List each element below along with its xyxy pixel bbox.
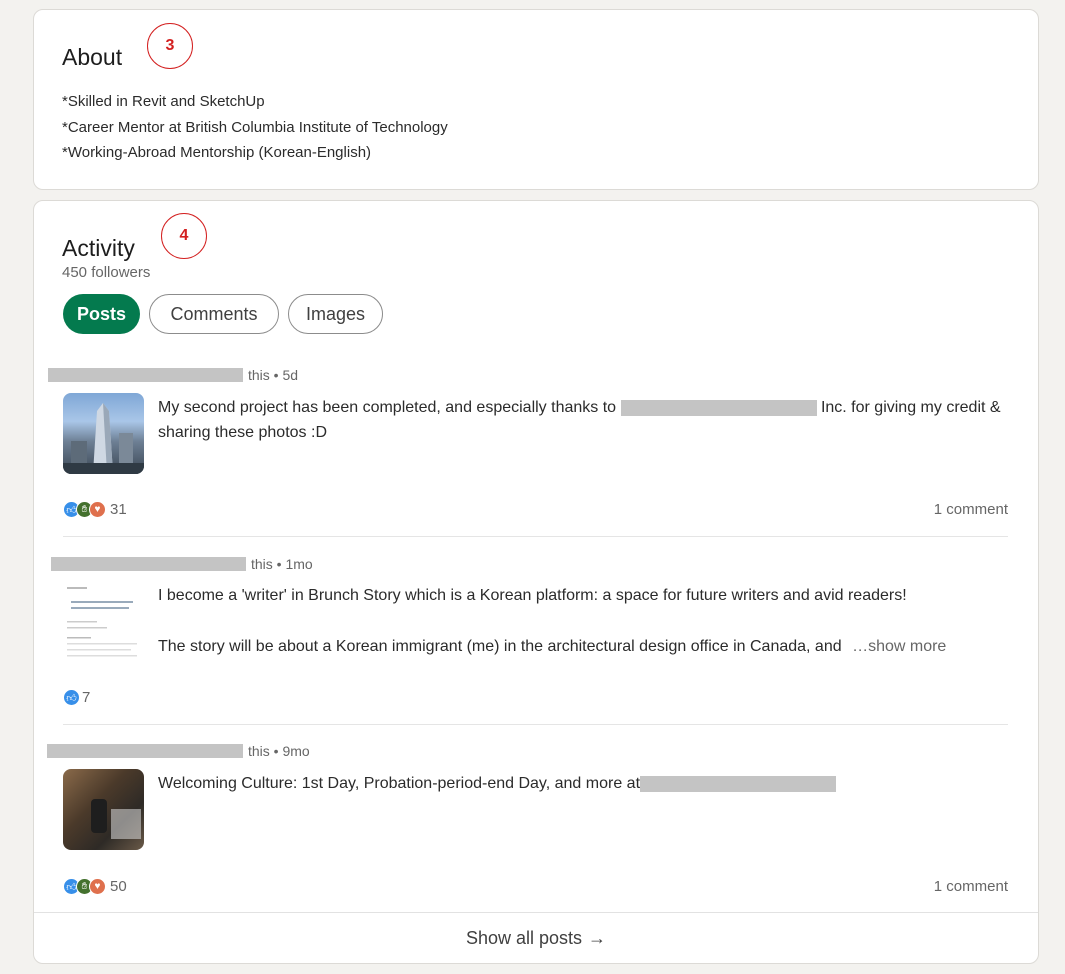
tab-posts[interactable]: Posts [63,294,140,334]
tab-comments[interactable]: Comments [149,294,279,334]
post-header[interactable]: this • 1mo [51,556,313,572]
redacted-company [620,399,817,416]
reactions[interactable]: 👍︎ ✋︎ ♥ 31 [63,501,127,518]
post-text[interactable]: I become a 'writer' in Brunch Story whic… [158,583,1018,659]
post-divider [63,536,1008,537]
about-line: *Career Mentor at British Columbia Insti… [62,118,448,136]
tab-images[interactable]: Images [288,294,383,334]
activity-title: Activity [62,235,135,261]
love-reaction-icon: ♥ [89,878,106,895]
show-all-posts-button[interactable]: Show all posts → [34,912,1038,963]
reactions[interactable]: 👍︎ 7 [63,689,90,706]
redacted-company [640,775,837,792]
comment-count-link[interactable]: 1 comment [934,501,1008,518]
post-meta: this • 1mo [251,556,313,572]
activity-card: Activity 4 450 followers Posts Comments … [33,200,1039,964]
about-line: *Skilled in Revit and SketchUp [62,93,265,110]
like-reaction-icon: 👍︎ [63,689,80,706]
post-divider [63,724,1008,725]
about-line: *Working-Abroad Mentorship (Korean-Engli… [62,144,372,161]
show-all-label: Show all posts [465,927,583,948]
photo-thumbnail-icon [91,799,141,839]
post-image-building[interactable] [63,393,144,474]
post-header[interactable]: this • 9mo [47,743,310,759]
about-card: About 3 *Skilled in Revit and SketchUp *… [33,9,1039,190]
reaction-count: 50 [110,878,127,895]
post-header[interactable]: this • 5d [48,367,298,383]
redacted-author [47,744,243,758]
post-image-photo[interactable] [63,769,144,850]
post-meta: this • 9mo [248,743,310,759]
show-more-link[interactable]: …show more [852,638,946,655]
about-title: About [62,44,123,70]
about-callout-marker: 3 [147,23,193,69]
about-text: *Skilled in Revit and SketchUp *Career M… [62,89,448,166]
document-thumbnail-icon [67,587,137,657]
post-text[interactable]: Welcoming Culture: 1st Day, Probation-pe… [158,771,1018,796]
arrow-right-icon: → [588,927,607,948]
post-text[interactable]: My second project has been completed, an… [158,395,1018,445]
followers-count: 450 followers [62,264,151,281]
redacted-author [51,557,246,571]
post-image-document[interactable] [63,581,144,662]
building-thumbnail-icon [63,403,144,474]
reaction-count: 31 [110,501,127,518]
comment-count-link[interactable]: 1 comment [934,878,1008,895]
love-reaction-icon: ♥ [89,501,106,518]
reaction-count: 7 [82,689,91,706]
post-meta: this • 5d [248,367,299,383]
activity-callout-marker: 4 [161,213,207,259]
reactions[interactable]: 👍︎ ✋︎ ♥ 50 [63,878,127,895]
redacted-author [48,368,243,382]
